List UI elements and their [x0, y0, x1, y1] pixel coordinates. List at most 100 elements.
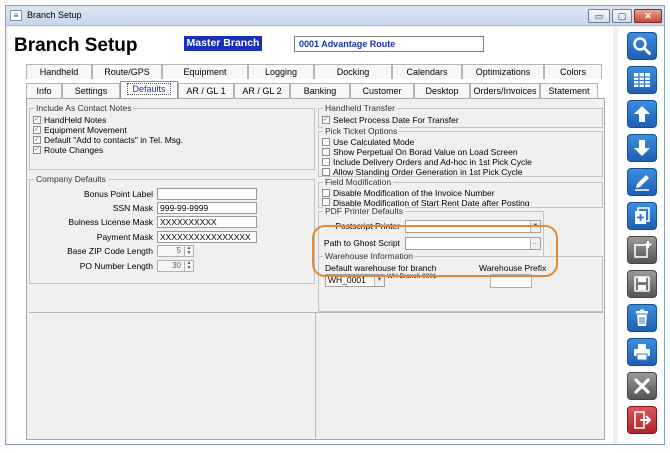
- tab-desktop[interactable]: Desktop: [414, 83, 470, 98]
- handheld-notes-checkbox[interactable]: ✓ HandHeld Notes: [33, 115, 106, 125]
- print-button[interactable]: [627, 338, 657, 366]
- ssn-mask-input[interactable]: 999-99-9999: [157, 202, 257, 214]
- disable-start-rent-date-checkbox[interactable]: Disable Modification of Start Rent Date …: [322, 198, 530, 206]
- business-license-mask-label: Buiness License Mask: [68, 217, 153, 227]
- tab-colors[interactable]: Colors: [544, 64, 602, 79]
- exit-door-icon: [634, 411, 651, 429]
- checkbox-label: Disable Modification of Start Rent Date …: [333, 198, 530, 206]
- trash-icon: [636, 309, 648, 326]
- po-number-length-stepper[interactable]: 30 ▲ ▼: [157, 260, 194, 272]
- route-changes-checkbox[interactable]: ✓ Route Changes: [33, 145, 103, 155]
- tab-logging[interactable]: Logging: [248, 64, 314, 79]
- save-button[interactable]: [627, 270, 657, 298]
- edit-button[interactable]: [627, 168, 657, 196]
- arrow-up-icon: [634, 106, 650, 122]
- page-title: Branch Setup: [14, 35, 138, 56]
- default-add-contacts-checkbox[interactable]: ✓ Default "Add to contacts" in Tel. Msg.: [33, 135, 183, 145]
- tab-docking[interactable]: Docking: [314, 64, 392, 79]
- checkbox-label: Select Process Date For Transfer: [333, 115, 459, 125]
- delete-button[interactable]: [627, 304, 657, 332]
- select-process-date-checkbox[interactable]: ✓ Select Process Date For Transfer: [322, 115, 459, 125]
- stepper-arrows-icon[interactable]: ▲ ▼: [184, 261, 193, 271]
- checkbox-box: [322, 189, 330, 197]
- checkbox-label: Use Calculated Mode: [333, 137, 415, 147]
- handheld-transfer-heading: Handheld Transfer: [323, 103, 397, 113]
- branch-setup-window: ≡ Branch Setup ▭ ▢ ✕ Branch Setup Master…: [5, 5, 665, 445]
- add-copy-icon: [635, 207, 650, 224]
- checkbox-label: Route Changes: [44, 145, 104, 155]
- bonus-point-label: Bonus Point Label: [84, 189, 153, 199]
- checkbox-box: ✓: [322, 116, 330, 124]
- tab-customer[interactable]: Customer: [350, 83, 414, 98]
- tab-settings[interactable]: Settings: [62, 83, 120, 98]
- business-license-mask-input[interactable]: XXXXXXXXXX: [157, 216, 257, 228]
- minimize-button[interactable]: ▭: [588, 9, 610, 23]
- add-copy-button[interactable]: [627, 202, 657, 230]
- stepper-arrows-icon[interactable]: ▲ ▼: [184, 246, 193, 256]
- tab-equipment[interactable]: Equipment: [162, 64, 248, 79]
- grid-view-button[interactable]: [627, 66, 657, 94]
- base-zip-length-stepper[interactable]: 5 ▲ ▼: [157, 245, 194, 257]
- arrow-down-icon: [634, 140, 650, 156]
- tab-banking[interactable]: Banking: [290, 83, 350, 98]
- table-grid-icon: [634, 73, 650, 87]
- master-branch-badge: Master Branch: [184, 36, 262, 51]
- ssn-mask-label: SSN Mask: [112, 203, 153, 213]
- exit-button[interactable]: [627, 406, 657, 434]
- contact-notes-heading: Include As Contact Notes: [34, 103, 134, 113]
- checkbox-label: Disable Modification of the Invoice Numb…: [333, 188, 495, 198]
- tab-route-gps[interactable]: Route/GPS: [92, 64, 162, 79]
- new-record-button[interactable]: [627, 236, 657, 264]
- maximize-button[interactable]: ▢: [612, 9, 632, 23]
- tab-defaults[interactable]: Defaults: [120, 81, 178, 98]
- edit-pencil-icon: [635, 175, 649, 191]
- tab-handheld[interactable]: Handheld: [26, 64, 92, 79]
- search-button[interactable]: [627, 32, 657, 60]
- checkbox-label: HandHeld Notes: [44, 115, 107, 125]
- tab-ar-gl-1[interactable]: AR / GL 1: [178, 83, 234, 98]
- stepper-value: 30: [172, 261, 181, 270]
- use-calculated-mode-checkbox[interactable]: Use Calculated Mode: [322, 137, 414, 147]
- include-delivery-orders-checkbox[interactable]: Include Delivery Orders and Ad-hoc in 1s…: [322, 157, 532, 167]
- tab-optimizations[interactable]: Optimizations: [462, 64, 544, 79]
- equipment-movement-checkbox[interactable]: ✓ Equipment Movement: [33, 125, 127, 135]
- pdf-printer-heading: PDF Printer Defaults: [323, 206, 405, 216]
- main-content: Branch Setup Master Branch 0001 Advantag…: [8, 27, 613, 444]
- search-icon: [633, 37, 651, 55]
- field-modification-heading: Field Modification: [323, 177, 394, 187]
- new-record-icon: [634, 241, 652, 258]
- checkbox-label: Equipment Movement: [44, 125, 127, 135]
- tab-info[interactable]: Info: [26, 83, 62, 98]
- tab-orders-invoices[interactable]: Orders/Invoices: [470, 83, 540, 98]
- tab-row-bottom: Info Settings Defaults AR / GL 1 AR / GL…: [26, 81, 598, 98]
- checkbox-box: ✓: [33, 116, 41, 124]
- checkbox-box: [322, 168, 330, 176]
- tab-row-top: Handheld Route/GPS Equipment Logging Doc…: [26, 64, 602, 79]
- checkbox-box: [322, 148, 330, 156]
- route-field[interactable]: 0001 Advantage Route: [294, 36, 484, 52]
- close-button[interactable]: ✕: [634, 9, 662, 23]
- tab-ar-gl-2[interactable]: AR / GL 2: [234, 83, 290, 98]
- move-up-button[interactable]: [627, 100, 657, 128]
- payment-mask-input[interactable]: XXXXXXXXXXXXXXXX: [157, 231, 257, 243]
- disable-invoice-number-checkbox[interactable]: Disable Modification of the Invoice Numb…: [322, 188, 495, 198]
- tab-statement[interactable]: Statement: [540, 83, 598, 98]
- lower-column-divider: [315, 312, 316, 438]
- checkbox-box: [322, 138, 330, 146]
- checkbox-label: Default "Add to contacts" in Tel. Msg.: [44, 135, 184, 145]
- save-disk-icon: [634, 276, 650, 292]
- show-perpetual-checkbox[interactable]: Show Perpetual On Borad Value on Load Sc…: [322, 147, 518, 157]
- print-icon: [634, 344, 650, 361]
- allow-standing-order-checkbox[interactable]: Allow Standing Order Generation in 1st P…: [322, 167, 522, 177]
- pick-ticket-heading: Pick Ticket Options: [323, 126, 400, 136]
- base-zip-length-label: Base ZIP Code Length: [67, 246, 153, 256]
- lower-section-divider: [29, 312, 603, 313]
- po-number-length-label: PO Number Length: [79, 261, 153, 271]
- bonus-point-input[interactable]: [157, 188, 257, 200]
- cancel-button[interactable]: [627, 372, 657, 400]
- move-down-button[interactable]: [627, 134, 657, 162]
- checkbox-box: ✓: [33, 136, 41, 144]
- checkbox-box: ✓: [33, 146, 41, 154]
- tab-calendars[interactable]: Calendars: [392, 64, 462, 79]
- app-menu-icon[interactable]: ≡: [10, 10, 22, 21]
